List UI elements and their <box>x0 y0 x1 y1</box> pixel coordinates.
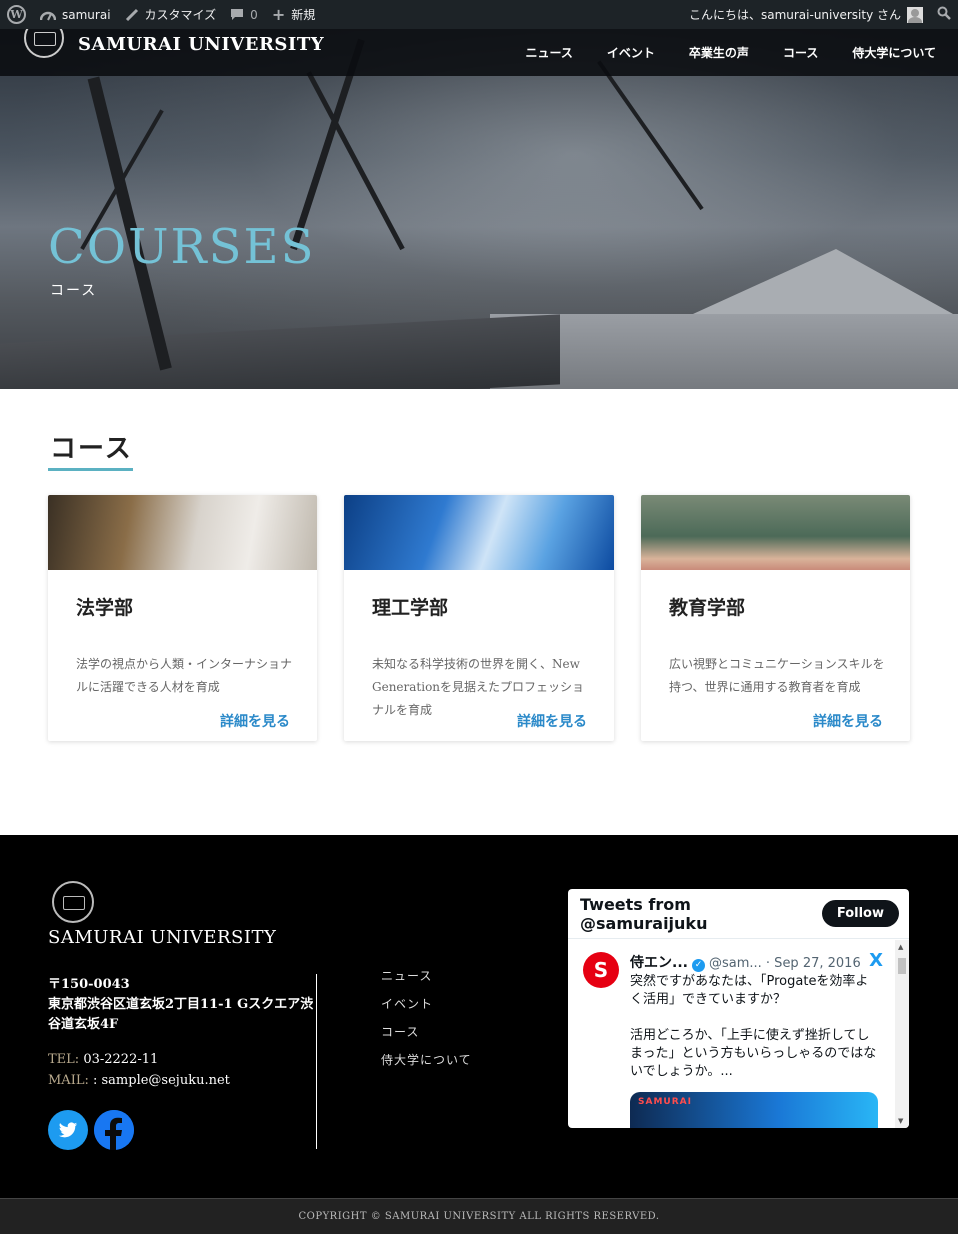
mail-label: MAIL: <box>48 1073 89 1088</box>
course-image-science <box>344 495 614 570</box>
footer-address: 〒150-0043 東京都渋谷区道玄坂2丁目11-1 Gスクエア渋谷道玄坂4F <box>48 975 316 1035</box>
course-card-education: 教育学部 広い視野とコミュニケーションスキルを持つ、世界に通用する教育者を育成 … <box>641 495 910 741</box>
admin-site-name-button[interactable]: samurai <box>33 0 118 29</box>
section-title-underline <box>48 468 133 471</box>
course-detail-link[interactable]: 詳細を見る <box>813 711 883 731</box>
nav-ja-label: イベント <box>606 46 655 60</box>
footer-link-event[interactable]: イベント <box>381 995 472 1023</box>
tweet-date[interactable]: · Sep 27, 2016 <box>766 956 861 971</box>
course-card-law: 法学部 法学の視点から人類・インターナショナルに活躍できる人材を育成 詳細を見る <box>48 495 317 741</box>
footer-link-about[interactable]: 侍大学について <box>381 1051 472 1079</box>
admin-account-button[interactable]: こんにちは、samurai-university さん <box>682 0 930 29</box>
twitter-widget-header: Tweets from @samuraijuku Follow <box>568 889 909 939</box>
course-image-law <box>48 495 317 570</box>
hero-banner: COURSES コース <box>0 29 958 389</box>
twitter-timeline-widget: Tweets from @samuraijuku Follow S 侍エン...… <box>568 889 909 1128</box>
hero-title: COURSES <box>48 219 316 275</box>
tweet-card-label: SAMURAI <box>638 1097 692 1107</box>
brand-name: SAMURAI UNIVERSITY <box>78 33 325 55</box>
brush-icon <box>125 8 139 22</box>
dashboard-icon <box>40 8 56 22</box>
nav-item-courses[interactable]: COURSES コース <box>782 17 867 76</box>
facebook-button[interactable] <box>94 1110 134 1150</box>
course-title: 法学部 <box>76 597 134 619</box>
course-image-education <box>641 495 910 570</box>
section-title: コース <box>50 434 133 464</box>
tweet-handle[interactable]: @sam... <box>709 956 762 971</box>
footer-divider <box>316 974 317 1149</box>
wordpress-icon: W <box>7 5 26 24</box>
admin-new-label: 新規 <box>291 8 316 22</box>
site-footer: SAMURAI UNIVERSITY 〒150-0043 東京都渋谷区道玄坂2丁… <box>0 835 958 1198</box>
avatar <box>907 6 923 23</box>
footer-postal: 〒150-0043 <box>48 977 130 992</box>
footer-link-news[interactable]: ニュース <box>381 967 472 995</box>
verified-icon: ✓ <box>691 959 705 972</box>
comment-icon <box>230 8 244 21</box>
tel-value: 03-2222-11 <box>83 1052 159 1067</box>
twitter-button[interactable] <box>48 1110 88 1150</box>
university-emblem-icon <box>52 881 94 923</box>
footer-links: ニュース イベント コース 侍大学について <box>381 967 472 1079</box>
nav-item-news[interactable]: NEWS ニュース <box>525 17 578 76</box>
scrollbar-thumb[interactable] <box>898 958 906 974</box>
twitter-icon <box>58 1121 78 1137</box>
main-nav: NEWS ニュース EVENT イベント GRADUATES 卒業生の声 COU… <box>492 17 945 76</box>
admin-new-button[interactable]: + 新規 <box>265 0 322 29</box>
copyright: COPYRIGHT © SAMURAI UNIVERSITY ALL RIGHT… <box>0 1198 958 1234</box>
admin-comments-button[interactable]: 0 <box>223 0 265 29</box>
admin-search-button[interactable] <box>930 0 958 29</box>
site-header: SAMURAI UNIVERSITY NEWS ニュース EVENT イベント … <box>0 17 958 76</box>
scroll-up-icon[interactable]: ▲ <box>898 943 903 951</box>
admin-comments-count: 0 <box>250 7 258 22</box>
nav-ja-label: 卒業生の声 <box>688 46 749 60</box>
course-title: 理工学部 <box>372 597 449 619</box>
course-description: 広い視野とコミュニケーションスキルを持つ、世界に通用する教育者を育成 <box>669 657 885 694</box>
tweet-author-name[interactable]: 侍エン... <box>630 955 688 971</box>
footer-brand: SAMURAI UNIVERSITY <box>48 927 277 948</box>
wordpress-logo-button[interactable]: W <box>0 0 33 29</box>
course-description: 法学の視点から人類・インターナショナルに活躍できる人材を育成 <box>76 657 293 694</box>
nav-item-graduates[interactable]: GRADUATES 卒業生の声 <box>688 17 797 76</box>
tweet[interactable]: S 侍エン... ✓ @sam... · Sep 27, 2016 X 突然ですがあ… <box>568 940 895 1128</box>
search-icon <box>937 6 951 23</box>
course-detail-link[interactable]: 詳細を見る <box>220 711 290 731</box>
nav-item-event[interactable]: EVENT イベント <box>606 17 666 76</box>
nav-ja-label: 侍大学について <box>852 46 936 60</box>
footer-link-courses[interactable]: コース <box>381 1023 472 1051</box>
x-logo-icon[interactable]: X <box>869 950 883 971</box>
admin-customize-button[interactable]: カスタマイズ <box>118 0 224 29</box>
footer-contact: TEL: 03-2222-11 MAIL: : sample@sejuku.ne… <box>48 1049 230 1091</box>
hero-subtitle: コース <box>50 283 98 299</box>
tel-label: TEL: <box>48 1052 80 1067</box>
admin-bar: W samurai カスタマイズ 0 + 新規 こんにちは、samurai-un… <box>0 0 958 29</box>
course-detail-link[interactable]: 詳細を見る <box>517 711 587 731</box>
nav-ja-label: ニュース <box>525 46 573 60</box>
admin-greeting: こんにちは、samurai-university さん <box>688 8 901 22</box>
footer-street: 東京都渋谷区道玄坂2丁目11-1 Gスクエア渋谷道玄坂4F <box>48 997 314 1032</box>
plus-icon: + <box>271 5 286 24</box>
facebook-icon <box>94 1110 134 1150</box>
scroll-down-icon[interactable]: ▼ <box>898 1117 903 1125</box>
building <box>490 314 958 389</box>
nav-ja-label: コース <box>782 46 819 60</box>
brand-link[interactable]: SAMURAI UNIVERSITY <box>24 18 325 59</box>
mail-value: : sample@sejuku.net <box>93 1073 230 1088</box>
tweet-media-card[interactable]: SAMURAI <box>630 1092 878 1128</box>
twitter-follow-button[interactable]: Follow <box>821 900 899 927</box>
twitter-widget-scrollbar[interactable]: ▲ ▼ <box>895 940 909 1128</box>
course-card-science: 理工学部 未知なる科学技術の世界を開く、New Generationを見据えたプ… <box>344 495 614 741</box>
tweet-meta: 侍エン... ✓ @sam... · Sep 27, 2016 <box>630 952 861 972</box>
admin-site-name-label: samurai <box>62 7 111 22</box>
tweet-text: 突然ですがあなたは、「Progateを効率よく活用」できていますか？ 活用どころ… <box>630 974 877 1079</box>
twitter-widget-title[interactable]: Tweets from @samuraijuku <box>580 895 822 933</box>
tweet-avatar[interactable]: S <box>583 952 619 988</box>
course-title: 教育学部 <box>669 597 746 619</box>
admin-customize-label: カスタマイズ <box>144 8 217 22</box>
nav-item-about[interactable]: ABOUT US 侍大学について <box>852 17 944 76</box>
social-links <box>48 1110 140 1150</box>
